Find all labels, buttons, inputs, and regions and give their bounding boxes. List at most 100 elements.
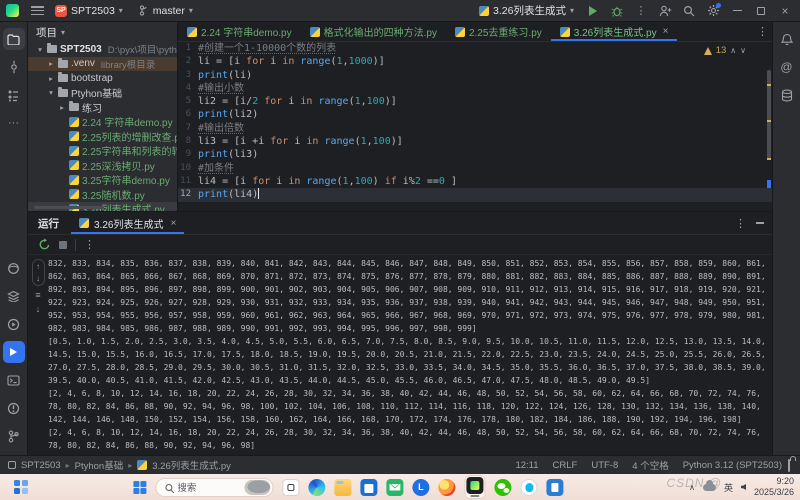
problems-tool-button[interactable]: [3, 397, 25, 419]
store-app-icon[interactable]: [360, 479, 377, 496]
firefox-app-icon[interactable]: [438, 479, 455, 496]
ai-assistant-tool-button[interactable]: @: [776, 56, 798, 78]
tree-item[interactable]: ▾SPT2503D:\pyx\项目\python\myflask: [28, 42, 177, 57]
tree-item[interactable]: ▾Ptyhon基础: [28, 86, 177, 101]
run-configuration-selector[interactable]: 3.26列表生成式 ▾: [473, 1, 580, 20]
input-language-indicator[interactable]: 英: [724, 481, 733, 494]
editor-tab[interactable]: 格式化输出的四种方法.py: [301, 22, 446, 41]
volume-icon[interactable]: [741, 484, 746, 490]
rerun-button[interactable]: [38, 238, 51, 251]
task-view-app-icon[interactable]: [282, 479, 299, 496]
tree-item[interactable]: 2.25字符串和列表的转换.py: [28, 144, 177, 159]
file-explorer-app-icon[interactable]: [334, 479, 351, 496]
close-icon[interactable]: ×: [663, 26, 669, 37]
mail-app-icon[interactable]: [386, 479, 403, 496]
scroll-to-end-icon[interactable]: ↓: [36, 304, 41, 314]
more-tool-windows-button[interactable]: ···: [3, 112, 25, 134]
code-line[interactable]: 10#加条件: [178, 162, 772, 175]
run-button[interactable]: [582, 2, 604, 20]
window-minimize-button[interactable]: [726, 2, 748, 20]
horizontal-scrollbar[interactable]: [34, 206, 104, 209]
tab-options-button[interactable]: ⋮: [757, 25, 768, 38]
scroll-up-icon[interactable]: ↑: [36, 262, 40, 271]
status-widget[interactable]: 4 个空格: [632, 458, 668, 472]
more-actions-button[interactable]: ⋮: [630, 2, 652, 20]
code-line[interactable]: 5li2 = [i/2 for i in range(1,100)]: [178, 95, 772, 108]
services-tool-button[interactable]: [3, 313, 25, 335]
edge-app-icon[interactable]: [308, 479, 325, 496]
run-tab[interactable]: 3.26列表生成式 ×: [71, 212, 184, 234]
tree-item[interactable]: 3.25字符串demo.py: [28, 173, 177, 188]
window-close-button[interactable]: ×: [774, 2, 796, 20]
editor-tab[interactable]: 2.25去重练习.py: [446, 22, 551, 41]
tree-item[interactable]: ▸bootstrap: [28, 71, 177, 86]
search-highlight-image[interactable]: [244, 480, 270, 495]
start-button[interactable]: [133, 481, 146, 494]
chevron-down-icon[interactable]: ▾: [61, 28, 65, 37]
soft-wrap-icon[interactable]: ≡: [35, 290, 40, 300]
console-options-button[interactable]: ⋮: [84, 238, 95, 251]
status-widget[interactable]: UTF-8: [591, 460, 618, 471]
breadcrumb-project[interactable]: SPT2503: [21, 460, 61, 471]
project-widget[interactable]: SP SPT2503 ▾: [50, 3, 128, 19]
git-tool-button[interactable]: [3, 425, 25, 447]
code-line[interactable]: 1#创建一个1-10000个数的列表: [178, 42, 772, 55]
wechat-app-icon[interactable]: [494, 479, 511, 496]
widgets-button[interactable]: [14, 480, 28, 494]
code-line[interactable]: 3print(li): [178, 69, 772, 82]
tree-item[interactable]: 2.24 字符串demo.py: [28, 115, 177, 130]
taskbar-clock[interactable]: 9:20 2025/3/26: [754, 476, 794, 499]
chevron-down-icon[interactable]: ▾: [36, 45, 44, 54]
python-packages-tool-button[interactable]: [3, 257, 25, 279]
chevron-down-icon[interactable]: ▾: [47, 88, 55, 97]
run-tool-button[interactable]: [3, 341, 25, 363]
breadcrumb-file[interactable]: 3.26列表生成式.py: [152, 458, 231, 472]
debug-button[interactable]: [606, 2, 628, 20]
hidden-icons-button[interactable]: ∧: [689, 483, 695, 492]
notes-app-icon[interactable]: [546, 479, 563, 496]
scroll-down-icon[interactable]: ↓: [36, 274, 40, 283]
next-warning-button[interactable]: ∨: [740, 46, 746, 55]
terminal-tool-button[interactable]: [3, 369, 25, 391]
code-editor[interactable]: 13 ∧ ∨ 1#创建一个1-10000个数的列表2li = [i for i …: [178, 42, 772, 211]
lock-icon[interactable]: [788, 459, 790, 472]
lenovo-app-icon[interactable]: L: [412, 479, 429, 496]
database-tool-button[interactable]: [776, 84, 798, 106]
chevron-right-icon[interactable]: ▸: [47, 74, 55, 83]
tree-item[interactable]: 2.25深浅拷贝.py: [28, 158, 177, 173]
breadcrumb-folder[interactable]: Ptyhon基础: [75, 458, 124, 472]
status-widget[interactable]: Python 3.12 (SPT2503): [683, 460, 782, 471]
commit-tool-button[interactable]: [3, 56, 25, 78]
code-line[interactable]: 2li = [i for i in range(1,1000)]: [178, 55, 772, 68]
editor-scrollbar[interactable]: [766, 62, 771, 202]
project-tool-button[interactable]: [3, 28, 25, 50]
tree-item[interactable]: 3.25随机数.py: [28, 187, 177, 202]
code-line[interactable]: 4#输出小数: [178, 82, 772, 95]
chevron-right-icon[interactable]: ▸: [47, 59, 55, 68]
main-menu-button[interactable]: [31, 6, 44, 15]
editor-tab[interactable]: 3.26列表生成式.py×: [551, 22, 678, 41]
weather-icon[interactable]: [703, 484, 716, 491]
code-line[interactable]: 11li4 = [i for i in range(1,100) if i%2 …: [178, 175, 772, 188]
python-console-tool-button[interactable]: [3, 285, 25, 307]
status-widget[interactable]: CRLF: [553, 460, 578, 471]
status-widget[interactable]: 12:11: [515, 460, 538, 471]
inspections-widget[interactable]: 13 ∧ ∨: [704, 45, 746, 56]
search-everywhere-button[interactable]: [678, 2, 700, 20]
close-icon[interactable]: ×: [170, 218, 176, 229]
code-with-me-button[interactable]: [654, 2, 676, 20]
prev-warning-button[interactable]: ∧: [730, 46, 736, 55]
hide-panel-button[interactable]: [756, 222, 764, 224]
console-output[interactable]: 832, 833, 834, 835, 836, 837, 838, 839, …: [48, 255, 772, 455]
code-line[interactable]: 8li3 = [i +i for i in range(1,100)]: [178, 135, 772, 148]
pycharm-app-icon[interactable]: [466, 477, 483, 494]
taskbar-search[interactable]: 搜索: [155, 478, 273, 497]
settings-button[interactable]: [702, 2, 724, 20]
editor-tab[interactable]: 2.24 字符串demo.py: [178, 22, 301, 41]
notifications-tool-button[interactable]: [776, 28, 798, 50]
window-maximize-button[interactable]: [750, 2, 772, 20]
code-line[interactable]: 12print(li4): [178, 188, 772, 201]
vcs-branch-widget[interactable]: master ▾: [134, 3, 198, 19]
code-line[interactable]: 9print(li3): [178, 148, 772, 161]
tree-item[interactable]: 2.25列表的增删改查.py: [28, 129, 177, 144]
